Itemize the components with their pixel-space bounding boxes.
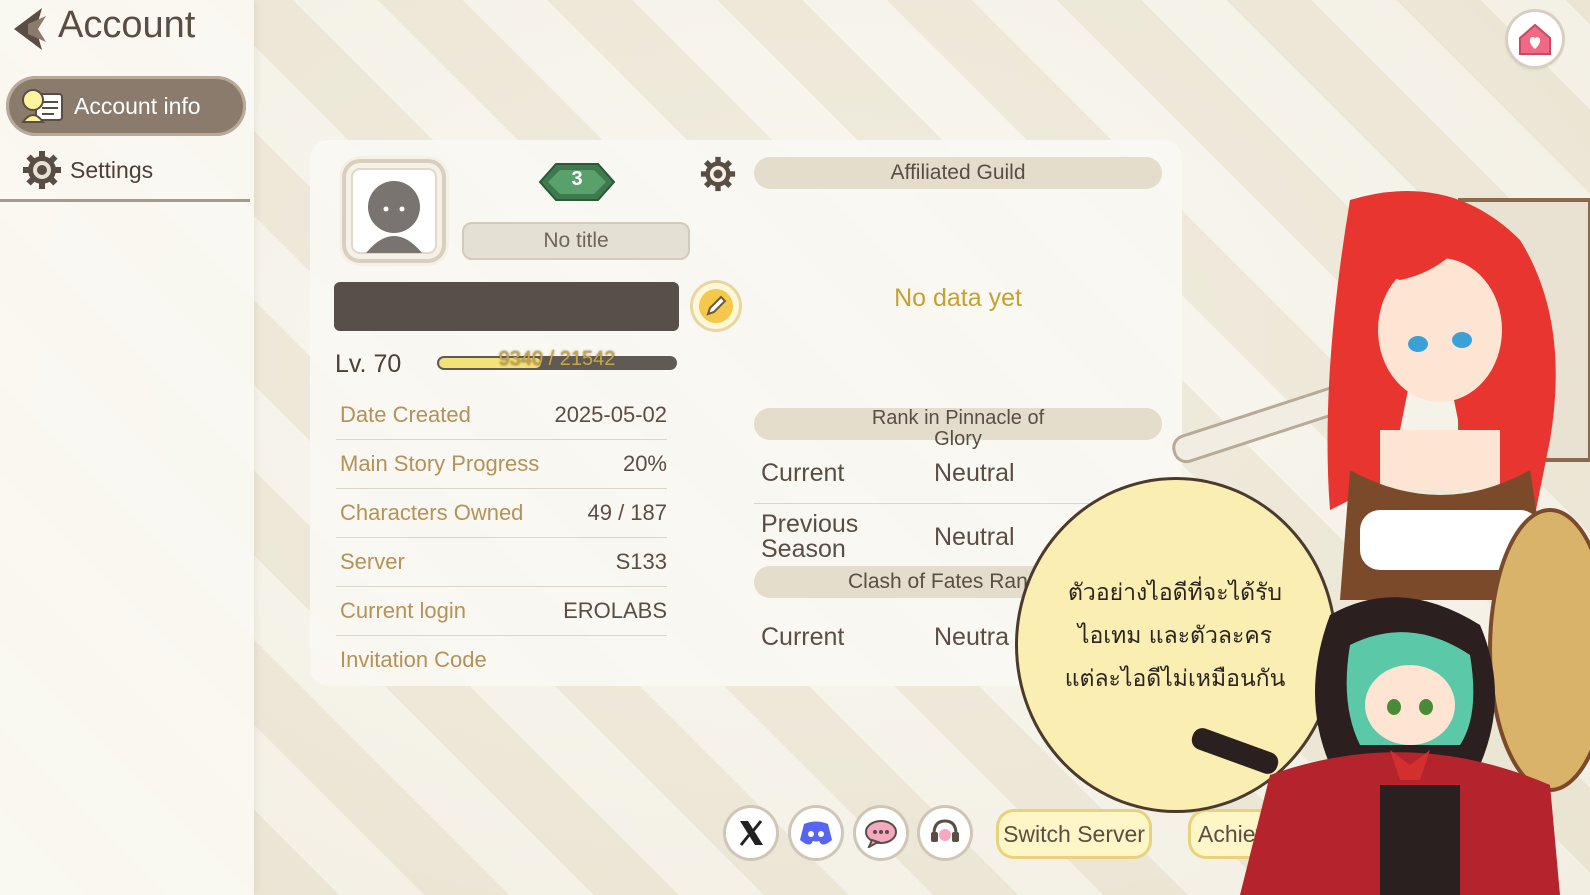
player-name-field — [334, 282, 679, 331]
sidebar-item-label: Account info — [74, 92, 201, 119]
gear-icon — [23, 151, 61, 189]
divider — [754, 503, 1094, 504]
switch-server-button[interactable]: Switch Server — [996, 809, 1152, 859]
sidebar-item-account-info[interactable]: Account info — [6, 76, 246, 136]
profile-settings-button[interactable] — [700, 156, 736, 192]
pinnacle-previous-value: Neutral — [934, 523, 1015, 551]
stat-label: Invitation Code — [340, 647, 487, 672]
player-level: Lv. 70 — [335, 350, 402, 378]
sidebar: Account Account info Settings — [0, 0, 254, 895]
stat-value: S133 — [615, 549, 667, 574]
avatar[interactable] — [346, 163, 442, 259]
gear-icon — [700, 156, 736, 192]
stat-label: Characters Owned — [340, 500, 524, 525]
x-button[interactable] — [726, 808, 776, 858]
stat-value: 49 / 187 — [587, 500, 667, 525]
clash-current-value: Neutra — [934, 623, 1010, 651]
stat-value: 2025-05-02 — [554, 402, 667, 427]
chat-button[interactable] — [856, 808, 906, 858]
home-icon — [1519, 23, 1551, 55]
guild-status: No data yet — [894, 284, 1022, 312]
stat-label: Current login — [340, 598, 466, 623]
sidebar-item-label: Settings — [70, 156, 154, 183]
stat-row-main-story: Main Story Progress 20% — [336, 440, 667, 489]
stat-row-date-created: Date Created 2025-05-02 — [336, 391, 667, 440]
x-logo-icon — [739, 820, 763, 846]
pinnacle-header: Rank in Pinnacle of Glory — [754, 408, 1162, 450]
headset-icon — [931, 819, 959, 842]
support-button[interactable] — [920, 808, 970, 858]
stat-row-server: Server S133 — [336, 538, 667, 587]
default-avatar-icon — [351, 168, 437, 254]
discord-button[interactable] — [791, 808, 841, 858]
guild-header: Affiliated Guild — [754, 157, 1162, 189]
sidebar-divider — [0, 199, 250, 202]
page-title: Account — [58, 4, 196, 46]
account-card-icon — [21, 89, 63, 123]
pencil-icon — [699, 289, 733, 323]
stat-label: Main Story Progress — [340, 451, 540, 476]
exp-text: 9340 / 21542 — [498, 348, 616, 370]
sidebar-item-settings[interactable]: Settings — [6, 140, 246, 200]
green-haired-character-illustration — [1191, 597, 1560, 895]
stat-value: EROLABS — [563, 598, 667, 623]
back-arrow-icon[interactable] — [8, 6, 48, 52]
stat-row-invitation-code: Invitation Code — [336, 636, 667, 684]
chat-bubble-icon — [865, 820, 897, 848]
stat-row-current-login: Current login EROLABS — [336, 587, 667, 636]
stat-row-characters-owned: Characters Owned 49 / 187 — [336, 489, 667, 538]
stat-label: Server — [340, 549, 405, 574]
rank-badge-number: 3 — [571, 168, 583, 190]
stat-value: 20% — [622, 451, 667, 476]
clash-current-label: Current — [761, 623, 845, 651]
home-button[interactable] — [1508, 12, 1562, 66]
stat-label: Date Created — [340, 402, 471, 427]
edit-name-button[interactable] — [693, 283, 739, 329]
discord-icon — [800, 821, 832, 845]
pinnacle-current-value: Neutral — [934, 459, 1015, 487]
pinnacle-previous-label: Previous Season — [761, 510, 859, 563]
pinnacle-current-label: Current — [761, 459, 845, 487]
player-title[interactable]: No title — [462, 222, 690, 260]
